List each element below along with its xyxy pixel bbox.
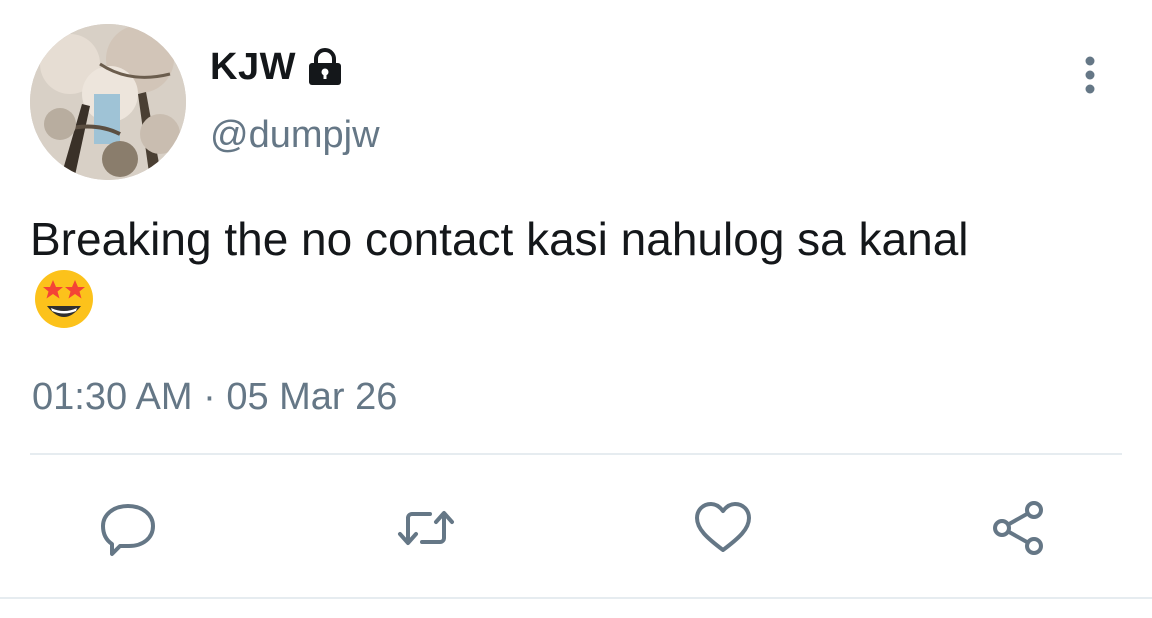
like-button[interactable]	[693, 498, 753, 558]
more-options-icon[interactable]	[1070, 50, 1110, 100]
retweet-button[interactable]	[396, 498, 456, 558]
star-struck-emoji	[33, 268, 95, 330]
tweet-timestamp[interactable]: 01:30 AM · 05 Mar 26	[32, 372, 397, 422]
reply-icon	[101, 504, 155, 556]
divider	[30, 453, 1122, 455]
avatar[interactable]	[30, 24, 186, 180]
share-icon	[993, 501, 1043, 555]
reply-button[interactable]	[98, 498, 158, 558]
author-name-row[interactable]: KJW	[210, 42, 346, 92]
lock-icon	[304, 46, 346, 88]
divider	[0, 597, 1152, 599]
retweet-icon	[398, 511, 454, 545]
author-handle[interactable]: @dumpjw	[210, 110, 380, 160]
display-name[interactable]: KJW	[210, 42, 296, 92]
share-button[interactable]	[988, 498, 1048, 558]
tweet-text: Breaking the no contact kasi nahulog sa …	[30, 213, 969, 265]
like-icon	[695, 502, 751, 552]
